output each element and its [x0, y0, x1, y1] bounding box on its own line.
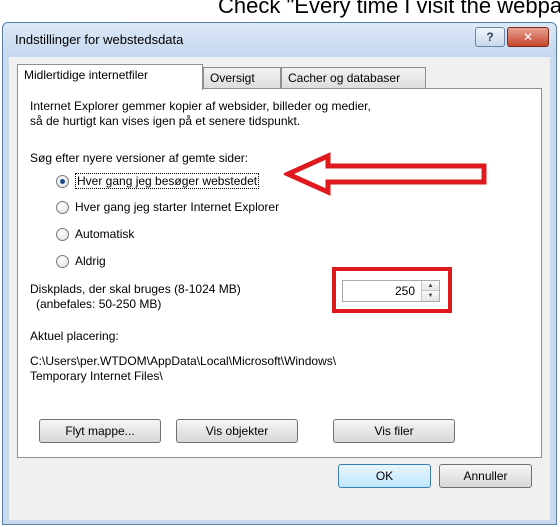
move-folder-button[interactable]: Flyt mappe... [39, 419, 161, 443]
radio-label-never: Aldrig [75, 254, 106, 268]
disk-space-label-line-2: (anbefales: 50-250 MB) [36, 297, 162, 311]
radio-label-automatic: Automatisk [75, 227, 135, 241]
description-line-2: så de hurtigt kan vises igen på et sener… [30, 114, 301, 128]
radio-automatic[interactable]: Automatisk [56, 227, 134, 241]
disk-space-label: Diskplads, der skal bruges (8-1024 MB) (… [30, 282, 241, 312]
tab-caches-databases[interactable]: Cacher og databaser [281, 67, 426, 89]
radio-unselected-icon[interactable] [56, 227, 69, 241]
help-icon: ? [486, 30, 494, 44]
tab-history[interactable]: Oversigt [203, 67, 281, 89]
check-versions-heading: Søg efter nyere versioner af gemte sider… [30, 151, 249, 165]
radio-selected-icon[interactable] [56, 174, 69, 188]
cancel-button[interactable]: Annuller [439, 464, 532, 488]
radio-label-every-visit: Hver gang jeg besøger webstedet [75, 173, 260, 189]
screenshot-caption: Check "Every time I visit the webpage" a… [218, 0, 560, 18]
close-icon: ✕ [522, 30, 534, 44]
radio-every-visit[interactable]: Hver gang jeg besøger webstedet [56, 173, 260, 189]
location-path-line-2: Temporary Internet Files\ [30, 369, 163, 383]
view-files-button[interactable]: Vis filer [333, 419, 455, 443]
close-button[interactable]: ✕ [507, 27, 549, 47]
annotation-arrow-icon [284, 152, 487, 196]
annotation-highlight-box [332, 267, 452, 313]
tab-temporary-files[interactable]: Midlertidige internetfiler [17, 64, 203, 90]
settings-dialog: Indstillinger for webstedsdata ? ✕ Midle… [2, 22, 557, 525]
dialog-client: Midlertidige internetfiler Oversigt Cach… [9, 57, 550, 520]
radio-unselected-icon[interactable] [56, 254, 69, 268]
radio-unselected-icon[interactable] [56, 200, 69, 214]
description-line-1: Internet Explorer gemmer kopier af websi… [30, 99, 371, 113]
view-objects-button[interactable]: Vis objekter [176, 419, 298, 443]
title-bar: Indstillinger for webstedsdata ? ✕ [3, 23, 556, 57]
location-path-line-1: C:\Users\per.WTDOM\AppData\Local\Microso… [30, 354, 337, 368]
radio-label-every-start: Hver gang jeg starter Internet Explorer [75, 200, 280, 214]
disk-space-label-line-1: Diskplads, der skal bruges (8-1024 MB) [30, 282, 241, 296]
help-button[interactable]: ? [475, 27, 505, 47]
radio-every-start[interactable]: Hver gang jeg starter Internet Explorer [56, 200, 279, 214]
radio-never[interactable]: Aldrig [56, 254, 106, 268]
description: Internet Explorer gemmer kopier af websi… [30, 99, 500, 129]
dialog-title: Indstillinger for webstedsdata [15, 32, 184, 47]
current-location-path: C:\Users\per.WTDOM\AppData\Local\Microso… [30, 354, 336, 384]
ok-button[interactable]: OK [338, 464, 431, 488]
tab-panel: Internet Explorer gemmer kopier af websi… [17, 88, 542, 458]
current-location-heading: Aktuel placering: [30, 329, 119, 343]
